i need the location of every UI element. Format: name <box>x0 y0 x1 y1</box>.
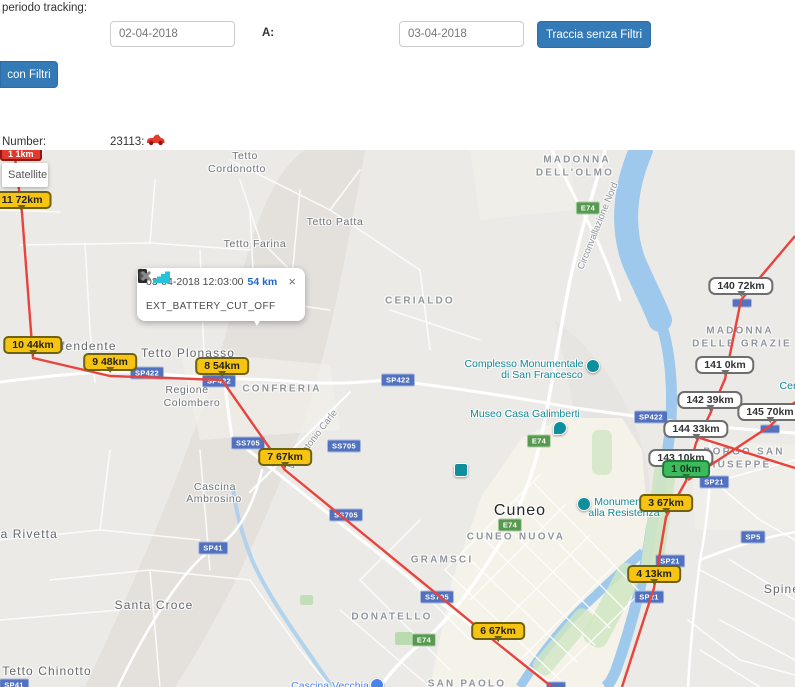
popup-distance: 54 km <box>248 276 278 288</box>
date-to-input[interactable] <box>399 21 524 47</box>
distance-marker[interactable]: 145 70km <box>737 403 795 421</box>
date-from-input[interactable] <box>110 21 235 47</box>
map-marker-layer: 140 72km 141 0km 142 39km 144 33km 145 70km 1… <box>0 150 795 687</box>
satellite-map-type-button[interactable]: Satellite <box>2 163 48 187</box>
top-event-badge[interactable]: 1 1km <box>0 150 42 161</box>
traccia-senza-filtri-button[interactable]: Traccia senza Filtri <box>537 21 651 48</box>
distance-marker[interactable]: 142 39km <box>677 391 742 409</box>
distance-marker[interactable]: 140 72km <box>708 277 773 295</box>
distance-marker[interactable]: 8 54km <box>195 357 249 375</box>
distance-marker[interactable]: 144 33km <box>663 420 728 438</box>
distance-marker[interactable]: 11 72km <box>0 191 51 209</box>
distance-marker[interactable]: 9 48km <box>83 353 137 371</box>
popup-event-text: EXT_BATTERY_CUT_OFF <box>146 301 296 312</box>
distance-marker[interactable]: 7 67km <box>258 448 312 466</box>
distance-marker[interactable]: 1 0km <box>662 460 710 478</box>
tracking-map[interactable]: TettoCordonottoTetto PattaTetto FarinaMA… <box>0 150 795 687</box>
traccia-con-filtri-button[interactable]: con Filtri <box>0 61 58 88</box>
distance-marker[interactable]: 6 67km <box>471 622 525 640</box>
distance-marker[interactable]: 4 13km <box>627 565 681 583</box>
distance-marker[interactable]: 10 44km <box>3 336 62 354</box>
tracking-app-screen: { "header": { "period_label": "periodo t… <box>0 0 795 687</box>
track-point-popup: 03-04-2018 12:03:00 54 km × <box>137 268 305 321</box>
red-car-icon <box>146 133 165 151</box>
number-value: 23113: <box>110 136 144 148</box>
number-label: Number: <box>2 136 46 148</box>
date-separator-label: A: <box>262 27 274 39</box>
distance-marker[interactable]: 3 67km <box>639 494 693 512</box>
period-tracking-label: periodo tracking: <box>2 2 87 14</box>
popup-close-icon[interactable]: × <box>282 277 296 287</box>
distance-marker[interactable]: 141 0km <box>695 356 754 374</box>
